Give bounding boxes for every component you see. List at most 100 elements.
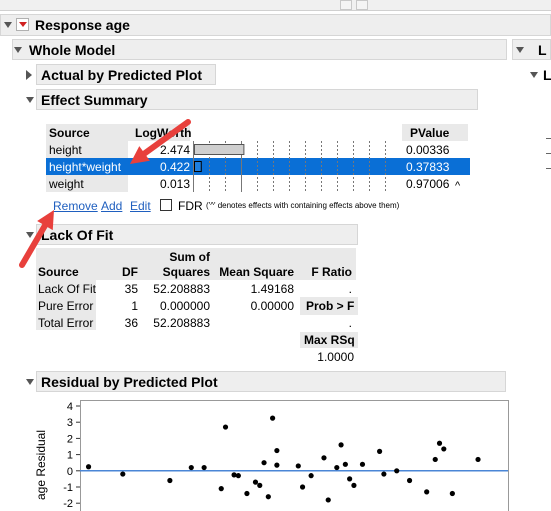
residual-point: [188, 464, 194, 471]
collapse-triangle-icon[interactable]: [530, 72, 538, 78]
whole-model-header[interactable]: Whole Model: [12, 39, 507, 60]
actual-by-predicted-header[interactable]: Actual by Predicted Plot: [36, 64, 216, 85]
actual-by-predicted-title: Actual by Predicted Plot: [41, 67, 203, 83]
y-axis-label: age Residual: [34, 429, 48, 501]
right-subpanel-title: L: [543, 67, 551, 83]
collapse-triangle-icon[interactable]: [26, 232, 34, 238]
response-age-header[interactable]: Response age: [0, 14, 551, 36]
logworth-bar-area: [193, 141, 386, 192]
right-panel-tick: [546, 153, 551, 154]
toolbar-button[interactable]: [340, 0, 352, 10]
logworth-value: 0.422: [159, 160, 190, 174]
fdr-checkbox[interactable]: [160, 199, 172, 211]
pvalue-column-header: PValue: [410, 126, 450, 140]
residual-point: [338, 442, 344, 448]
residual-point: [167, 477, 173, 484]
residual-point: [334, 464, 340, 471]
logworth-bar: [194, 161, 202, 172]
lof-row-source: Lack Of Fit: [38, 282, 97, 296]
collapse-triangle-icon[interactable]: [26, 379, 34, 385]
containing-effect-flag: ^: [455, 180, 461, 192]
residual-point: [441, 446, 447, 452]
residual-point: [201, 464, 207, 471]
lof-row-source: Total Error: [38, 316, 94, 330]
effect-summary-title: Effect Summary: [41, 92, 148, 108]
lof-df-value: 35: [124, 282, 138, 296]
residual-point: [235, 473, 241, 479]
residual-point: [265, 494, 271, 500]
expand-triangle-icon[interactable]: [26, 70, 32, 80]
add-link[interactable]: Add: [101, 198, 122, 214]
y-tick-label: -2: [63, 498, 73, 510]
residual-point: [218, 486, 224, 492]
plot-frame: [80, 400, 509, 511]
residual-point: [406, 477, 413, 484]
lof-ss-value: 52.208883: [153, 316, 210, 330]
effect-source-weight[interactable]: weight: [49, 176, 84, 192]
residual-point: [424, 489, 430, 495]
logworth-column-header: LogWorth: [135, 126, 192, 140]
residual-scatter-plot[interactable]: 4 3 2 1 0 -1 -2: [50, 396, 510, 511]
lof-ms-value: 0.00000: [250, 299, 294, 313]
lof-ms-value: 1.49168: [250, 282, 294, 296]
y-tick-label: 0: [67, 466, 73, 478]
residual-point: [257, 482, 263, 488]
source-column-header: Source: [49, 126, 90, 140]
lof-prob-value: .: [348, 316, 352, 330]
y-axis-label-box: age Residual: [34, 420, 48, 510]
remove-link[interactable]: Remove: [53, 198, 98, 214]
right-panel-title: L: [538, 42, 547, 58]
residual-point: [252, 479, 259, 485]
collapse-triangle-icon[interactable]: [4, 22, 12, 28]
y-tick-label: -1: [63, 482, 73, 494]
window-top-strip: [0, 0, 551, 11]
residual-point: [295, 463, 301, 469]
right-panel-tick: [546, 168, 551, 169]
residual-point: [120, 471, 126, 477]
residual-point: [449, 490, 455, 497]
residual-point: [85, 464, 92, 470]
collapse-triangle-icon[interactable]: [14, 47, 22, 53]
lof-f-header: F Ratio: [311, 265, 352, 279]
lack-of-fit-header[interactable]: Lack Of Fit: [36, 224, 358, 245]
residual-point: [274, 447, 280, 454]
residual-point: [347, 476, 353, 482]
lof-ss-header-bottom: Squares: [162, 265, 210, 279]
residual-point: [299, 484, 306, 490]
right-panel-tick: [546, 138, 551, 139]
effect-source-height[interactable]: height: [49, 142, 82, 158]
lack-of-fit-title: Lack Of Fit: [41, 227, 114, 243]
residual-plot-header[interactable]: Residual by Predicted Plot: [36, 371, 506, 392]
response-age-title: Response age: [35, 17, 130, 33]
max-rsq-value: 1.0000: [317, 350, 354, 364]
lof-df-value: 36: [124, 316, 138, 330]
whole-model-title: Whole Model: [29, 42, 116, 58]
pvalue-value: 0.97006: [406, 177, 450, 191]
residual-point: [270, 415, 276, 421]
lof-ms-header: Mean Square: [219, 265, 294, 279]
y-tick-label: 4: [67, 401, 73, 413]
residual-point: [321, 455, 327, 461]
lof-ss-value: 52.208883: [153, 282, 210, 296]
residual-point: [381, 471, 387, 477]
logworth-value: 2.474: [159, 143, 190, 157]
effect-summary-header[interactable]: Effect Summary: [36, 89, 478, 110]
residual-point: [308, 473, 314, 479]
pvalue-value: 0.00336: [406, 143, 450, 157]
pvalue-value: 0.37833: [406, 160, 450, 174]
effect-source-height-weight[interactable]: height*weight: [49, 159, 121, 175]
red-triangle-menu-icon[interactable]: [16, 18, 29, 31]
lof-f-value: .: [348, 282, 352, 296]
lof-source-header: Source: [38, 265, 79, 279]
edit-link[interactable]: Edit: [130, 198, 151, 214]
lof-df-value: 1: [131, 299, 138, 313]
y-tick-label: 3: [67, 417, 73, 429]
residual-point: [377, 448, 383, 454]
toolbar-button[interactable]: [356, 0, 368, 10]
collapse-triangle-icon[interactable]: [516, 47, 524, 53]
max-rsq-label: Max RSq: [304, 333, 355, 347]
residual-point: [432, 456, 438, 463]
residual-point: [222, 424, 229, 430]
collapse-triangle-icon[interactable]: [26, 97, 34, 103]
lof-ss-value: 0.000000: [159, 299, 210, 313]
